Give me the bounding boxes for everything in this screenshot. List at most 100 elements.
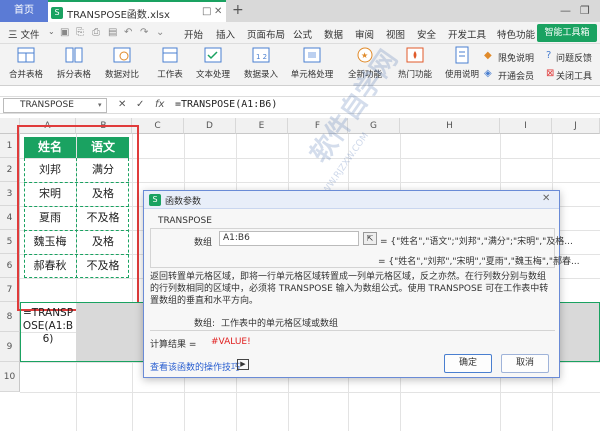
cancel-icon[interactable]: ✕ — [118, 99, 126, 110]
active-cell-editor[interactable]: =TRANSPOSE(A1:B6) — [22, 307, 74, 346]
monitor-icon[interactable]: □ — [202, 6, 211, 17]
instructions-button[interactable]: 使用说明 — [442, 46, 482, 80]
menu-data[interactable]: 数据 — [324, 27, 343, 41]
ribbon-label: 数据对比 — [104, 70, 139, 80]
tab-home[interactable]: 首页 — [0, 0, 48, 22]
close-tab-icon[interactable]: ✕ — [214, 6, 222, 17]
close-tool-icon: ⊠ — [546, 68, 555, 79]
save-icon[interactable]: ▣ — [60, 27, 69, 38]
merge-table-icon — [17, 47, 35, 63]
svg-text:1 2: 1 2 — [256, 53, 267, 61]
cell-process-icon — [303, 47, 321, 63]
more-icon[interactable]: ⌄ — [156, 27, 164, 38]
column-header[interactable]: E — [236, 118, 288, 134]
worksheet-icon — [162, 47, 178, 63]
result-value: #VALUE! — [211, 337, 251, 347]
data-entry-button[interactable]: 1 2 数据录入 — [238, 46, 284, 80]
column-header[interactable]: C — [132, 118, 184, 134]
feedback-link[interactable]: 问题反馈 — [556, 51, 592, 64]
result-label: 计算结果 = — [150, 340, 197, 350]
minimize-icon[interactable]: — — [560, 4, 571, 17]
menu-page-layout[interactable]: 页面布局 — [247, 27, 285, 41]
close-tool-link[interactable]: 关闭工具 — [556, 69, 592, 82]
arg-desc: 工作表中的单元格区域或数组 — [221, 319, 339, 329]
function-arguments-dialog: S 函数参数 ✕ TRANSPOSE 数组 A1:B6 ⇱ = {"姓名","语… — [143, 190, 580, 378]
formula-bar: TRANSPOSE ▾ ✕ ✓ fx =TRANSPOSE(A1:B6) — [0, 96, 600, 114]
arg-label: 数组 — [194, 238, 213, 248]
function-description: 返回转置单元格区域，即将一行单元格区域转置成一列单元格区域，反之亦然。在行列数分… — [150, 272, 549, 306]
menu-file[interactable]: 三 文件 — [8, 27, 40, 41]
ribbon: 合并表格 拆分表格 数据对比 工作表 文本处理 1 2 数据录入 单元格处理 ★… — [0, 44, 600, 86]
video-icon[interactable]: ▶ — [237, 359, 249, 370]
undo-icon[interactable]: ↶ — [124, 27, 132, 38]
menu-special[interactable]: 特色功能 — [497, 27, 535, 41]
limited-free-link[interactable]: 限免说明 — [498, 51, 534, 64]
menu-review[interactable]: 审阅 — [355, 27, 374, 41]
text-process-button[interactable]: 文本处理 — [190, 46, 236, 80]
chevron-down-icon[interactable]: ▾ — [98, 99, 102, 112]
column-header[interactable]: H — [400, 118, 500, 134]
print-icon[interactable]: ⎙ — [92, 27, 100, 38]
data-compare-icon — [113, 47, 131, 63]
ribbon-label: 使用说明 — [444, 70, 479, 80]
array-input-value: A1:B6 — [223, 233, 250, 243]
highlight-box — [17, 125, 139, 311]
dialog-title-bar[interactable]: S 函数参数 ✕ — [144, 191, 559, 209]
column-header[interactable]: I — [500, 118, 552, 134]
restore-icon[interactable]: ❐ — [580, 4, 590, 17]
menu-security[interactable]: 安全 — [417, 27, 436, 41]
menu-view[interactable]: 视图 — [386, 27, 405, 41]
split-table-icon — [65, 47, 83, 63]
diamond-icon: ◆ — [484, 50, 492, 61]
menu-bar: 三 文件 ⌄ ▣ ⎘ ⎙ ▤ ↶ ↷ ⌄ 开始 插入 页面布局 公式 数据 审阅… — [0, 22, 600, 44]
text-process-icon — [204, 47, 222, 63]
redo-icon[interactable]: ↷ — [140, 27, 148, 38]
member-icon: ◈ — [484, 68, 492, 79]
confirm-icon[interactable]: ✓ — [136, 99, 144, 110]
cell-process-button[interactable]: 单元格处理 — [286, 46, 338, 80]
menu-start[interactable]: 开始 — [184, 27, 203, 41]
insert-function-icon[interactable]: fx — [155, 99, 164, 110]
add-tab-icon[interactable]: + — [232, 2, 244, 18]
ok-button[interactable]: 确定 — [444, 354, 492, 373]
result-preview: = {"姓名","刘邦","宋明","夏雨","魏玉梅","郝春... — [378, 257, 580, 267]
smart-toolbox-tab[interactable]: 智能工具箱 — [537, 24, 597, 42]
ribbon-label: 合并表格 — [8, 70, 43, 80]
merge-table-button[interactable]: 合并表格 — [4, 46, 48, 80]
worksheet-button[interactable]: 工作表 — [150, 46, 190, 80]
tab-file[interactable]: S TRANSPOSE函数.xlsx □ ✕ — [48, 0, 226, 22]
row-header[interactable]: 9 — [0, 332, 20, 362]
spreadsheet-icon: S — [51, 7, 63, 19]
popular-features-icon — [406, 47, 424, 63]
menu-insert[interactable]: 插入 — [216, 27, 235, 41]
ribbon-label: 单元格处理 — [290, 70, 334, 80]
help-link[interactable]: 查看该函数的操作技巧 — [150, 360, 240, 373]
column-header[interactable]: D — [184, 118, 236, 134]
ribbon-label: 数据录入 — [243, 70, 278, 80]
export-icon[interactable]: ⎘ — [76, 27, 84, 38]
name-box-value: TRANSPOSE — [20, 100, 74, 110]
ribbon-label: 工作表 — [157, 70, 183, 80]
row-header[interactable]: 10 — [0, 362, 20, 392]
data-compare-button[interactable]: 数据对比 — [100, 46, 144, 80]
dialog-title: 函数参数 — [165, 197, 202, 207]
formula-input[interactable]: =TRANSPOSE(A1:B6) — [175, 99, 277, 110]
arg-desc-label: 数组: — [194, 319, 216, 329]
data-entry-icon: 1 2 — [252, 47, 270, 63]
cancel-button[interactable]: 取消 — [501, 354, 549, 373]
arg-preview: = {"姓名","语文";"刘邦","满分";"宋明","及格... — [380, 237, 573, 247]
array-input[interactable]: A1:B6 — [219, 231, 359, 246]
ribbon-label: 拆分表格 — [56, 70, 91, 80]
chevron-down-icon[interactable]: ⌄ — [48, 27, 55, 36]
title-bar: 首页 S TRANSPOSE函数.xlsx □ ✕ + — ❐ — [0, 0, 600, 22]
preview-icon[interactable]: ▤ — [108, 27, 117, 38]
range-select-icon[interactable]: ⇱ — [363, 232, 377, 245]
column-header[interactable]: J — [552, 118, 600, 134]
name-box[interactable]: TRANSPOSE ▾ — [3, 98, 107, 113]
open-member-link[interactable]: 开通会员 — [498, 69, 534, 82]
menu-developer[interactable]: 开发工具 — [448, 27, 486, 41]
menu-formula[interactable]: 公式 — [293, 27, 312, 41]
split-table-button[interactable]: 拆分表格 — [52, 46, 96, 80]
grid-line — [20, 392, 600, 393]
close-icon[interactable]: ✕ — [542, 193, 550, 204]
